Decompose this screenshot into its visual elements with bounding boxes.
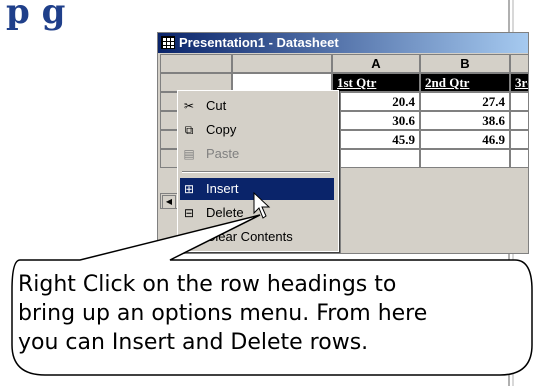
callout-line: you can Insert and Delete rows.	[18, 330, 369, 355]
callout-line: bring up an options menu. From here	[18, 301, 428, 326]
callout-text: Right Click on the row headings to bring…	[18, 270, 538, 357]
callout-line: Right Click on the row headings to	[18, 272, 397, 297]
